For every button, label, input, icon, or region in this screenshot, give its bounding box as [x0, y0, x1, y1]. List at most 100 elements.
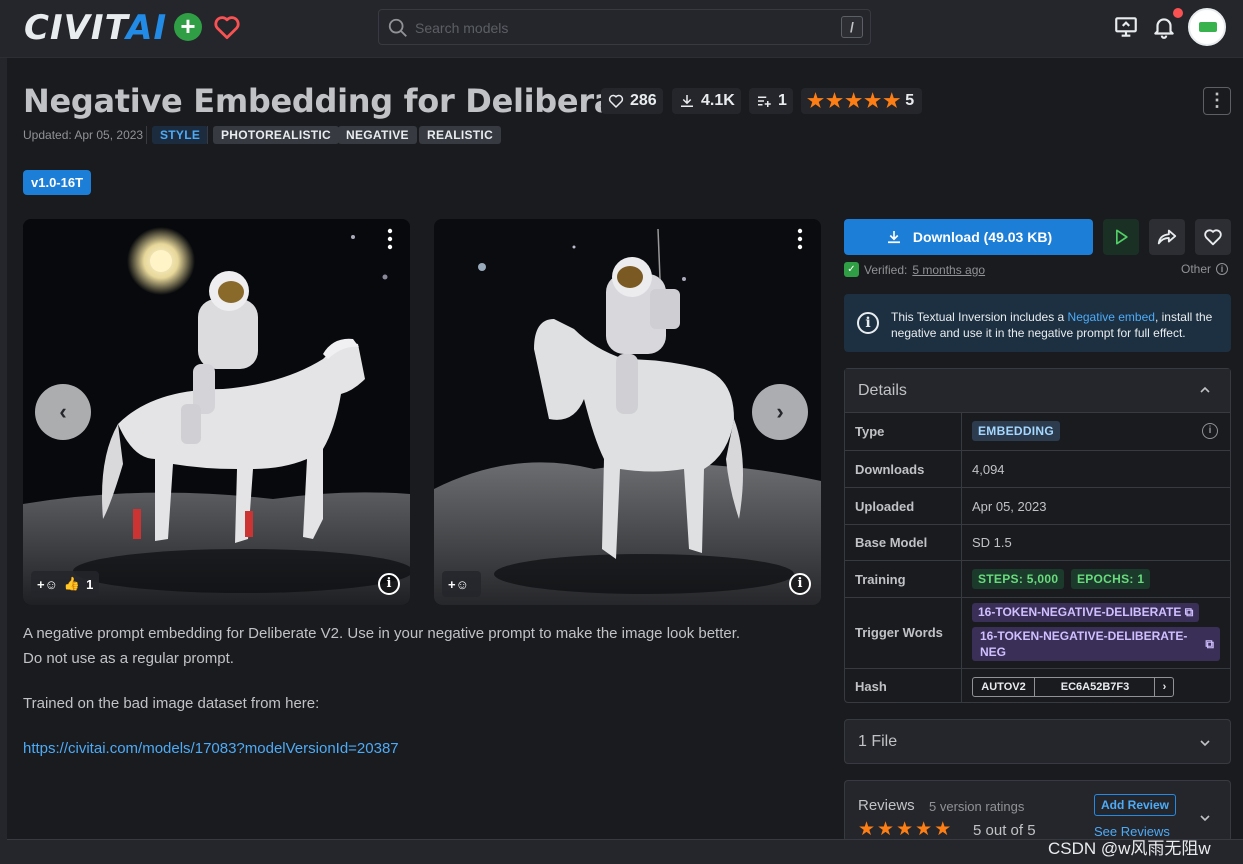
- review-score: 5 out of 5: [973, 822, 1036, 839]
- notification-dot: [1173, 8, 1183, 18]
- description-line: A negative prompt embedding for Delibera…: [23, 625, 741, 642]
- add-reaction-icon[interactable]: +☺: [37, 577, 58, 592]
- tag-negative[interactable]: NEGATIVE: [338, 126, 417, 144]
- detail-row-training: Training STEPS: 5,000 EPOCHS: 1: [845, 560, 1230, 597]
- rating-stat[interactable]: ★ ★ ★ ★ ★ 5: [801, 88, 923, 114]
- star-icon: ★: [915, 819, 933, 840]
- collections-stat[interactable]: 1: [749, 88, 793, 114]
- detail-value: SD 1.5: [972, 535, 1012, 550]
- detail-row-uploaded: Uploaded Apr 05, 2023: [845, 487, 1230, 524]
- top-header: CIVITAI + /: [0, 0, 1243, 58]
- upload-monitor-icon[interactable]: [1113, 14, 1139, 40]
- user-avatar[interactable]: [1188, 8, 1226, 46]
- details-heading: Details: [858, 382, 907, 399]
- add-reaction-icon[interactable]: +☺: [448, 577, 469, 592]
- detail-row-base-model: Base Model SD 1.5: [845, 524, 1230, 560]
- details-header[interactable]: Details: [845, 369, 1230, 413]
- search-shortcut-key: /: [841, 16, 863, 38]
- files-heading: 1 File: [858, 733, 898, 750]
- hash-algorithm[interactable]: AUTOV2: [973, 678, 1035, 696]
- star-icon: ★: [896, 819, 914, 840]
- carousel-next-button[interactable]: ›: [752, 384, 808, 440]
- star-icon: ★: [864, 90, 882, 112]
- copy-icon: ⧉: [1205, 637, 1214, 651]
- tag-realistic[interactable]: REALISTIC: [419, 126, 502, 144]
- search-input[interactable]: [415, 16, 835, 40]
- trigger-word-badge[interactable]: 16-TOKEN-NEGATIVE-DELIBERATE ⧉: [972, 603, 1200, 622]
- favorites-heart-icon[interactable]: [212, 12, 242, 42]
- version-button[interactable]: v1.0-16T: [23, 170, 92, 195]
- reaction-count: 1: [86, 576, 94, 592]
- star-icon: ★: [858, 819, 876, 840]
- download-icon: [681, 95, 693, 107]
- detail-value: 4,094: [972, 462, 1005, 477]
- star-icon: ★: [877, 819, 895, 840]
- negative-embed-link[interactable]: Negative embed: [1068, 310, 1155, 324]
- info-icon: i: [1216, 263, 1229, 275]
- reviews-panel: Reviews 5 version ratings Add Review ★ ★ ★…: [844, 780, 1231, 842]
- tag-style[interactable]: STYLE: [152, 126, 209, 144]
- search-bar[interactable]: /: [378, 9, 871, 45]
- image-menu-icon[interactable]: [383, 227, 397, 251]
- more-options-button[interactable]: ⋮: [1203, 87, 1231, 115]
- detail-key: Trigger Words: [855, 625, 943, 640]
- hash-value[interactable]: EC6A52B7F3: [1035, 678, 1155, 696]
- share-button[interactable]: [1149, 219, 1185, 255]
- trigger-word-text: 16-TOKEN-NEGATIVE-DELIBERATE-: [980, 629, 1188, 643]
- divider: [146, 126, 147, 144]
- downloads-count: 4.1K: [701, 92, 735, 109]
- detail-key: Hash: [855, 679, 887, 694]
- detail-value: Apr 05, 2023: [972, 499, 1047, 514]
- likes-count: 286: [630, 92, 657, 109]
- create-plus-icon[interactable]: +: [174, 13, 202, 41]
- model-title: Negative Embedding for Deliberate: [23, 82, 652, 120]
- negative-embed-alert: i This Textual Inversion includes a Nega…: [844, 294, 1231, 352]
- run-button[interactable]: [1103, 219, 1139, 255]
- chevron-right-icon[interactable]: ›: [1154, 678, 1174, 696]
- heart-outline-icon: [608, 94, 624, 108]
- license-other[interactable]: Other i: [1181, 262, 1229, 276]
- download-button[interactable]: Download (49.03 KB): [844, 219, 1093, 255]
- add-review-button[interactable]: Add Review: [1094, 794, 1177, 816]
- share-icon: [1157, 229, 1177, 245]
- playlist-add-icon: [758, 96, 771, 107]
- carousel-prev-button[interactable]: ‹: [35, 384, 91, 440]
- heart-outline-icon: [1204, 229, 1222, 246]
- search-icon: [388, 18, 407, 37]
- downloads-stat: 4.1K: [672, 88, 741, 114]
- image-info-icon[interactable]: i: [789, 573, 811, 595]
- favorite-button[interactable]: [1195, 219, 1231, 255]
- files-panel[interactable]: 1 File: [844, 719, 1231, 764]
- verified-label: Verified:: [864, 262, 908, 277]
- shield-check-icon: ✓: [844, 262, 859, 277]
- play-icon: [1116, 229, 1128, 245]
- type-info-icon[interactable]: i: [1202, 423, 1218, 439]
- tag-photorealistic[interactable]: PHOTOREALISTIC: [213, 126, 339, 144]
- detail-key: Training: [855, 572, 906, 587]
- review-stars: ★ ★ ★ ★ ★: [858, 820, 951, 839]
- type-badge: EMBEDDING: [972, 421, 1061, 441]
- other-label: Other: [1181, 262, 1212, 276]
- dataset-link[interactable]: https://civitai.com/models/17083?modelVe…: [23, 740, 399, 757]
- description-line: Do not use as a regular prompt.: [23, 650, 234, 667]
- bell-icon[interactable]: [1151, 14, 1177, 40]
- image-reactions[interactable]: +☺: [442, 571, 481, 597]
- thumbs-up-icon: 👍: [63, 576, 81, 591]
- details-panel: Details Type EMBEDDING i Downloads 4,094…: [844, 368, 1231, 703]
- detail-key: Uploaded: [855, 499, 915, 514]
- chevron-down-icon[interactable]: [1198, 811, 1212, 825]
- hash-box[interactable]: AUTOV2 EC6A52B7F3 ›: [972, 677, 1174, 697]
- likes-stat[interactable]: 286: [601, 88, 663, 114]
- verified-time[interactable]: 5 months ago: [912, 263, 985, 277]
- ratings-count: 5 version ratings: [929, 799, 1025, 814]
- image-info-icon[interactable]: i: [378, 573, 400, 595]
- image-reactions[interactable]: +☺ 👍 1: [31, 571, 100, 597]
- trigger-word-text: 16-TOKEN-NEGATIVE-DELIBERATE: [978, 605, 1182, 619]
- trigger-word-badge[interactable]: 16-TOKEN-NEGATIVE-DELIBERATE- NEG ⧉: [972, 627, 1220, 661]
- civitai-logo[interactable]: CIVITAI: [24, 10, 167, 46]
- logo-text-main: CIVIT: [24, 8, 127, 48]
- rating-count: 5: [905, 92, 915, 109]
- image-menu-icon[interactable]: [793, 227, 807, 251]
- description-paragraph-1: A negative prompt embedding for Delibera…: [23, 621, 823, 671]
- star-icon: ★: [883, 90, 901, 112]
